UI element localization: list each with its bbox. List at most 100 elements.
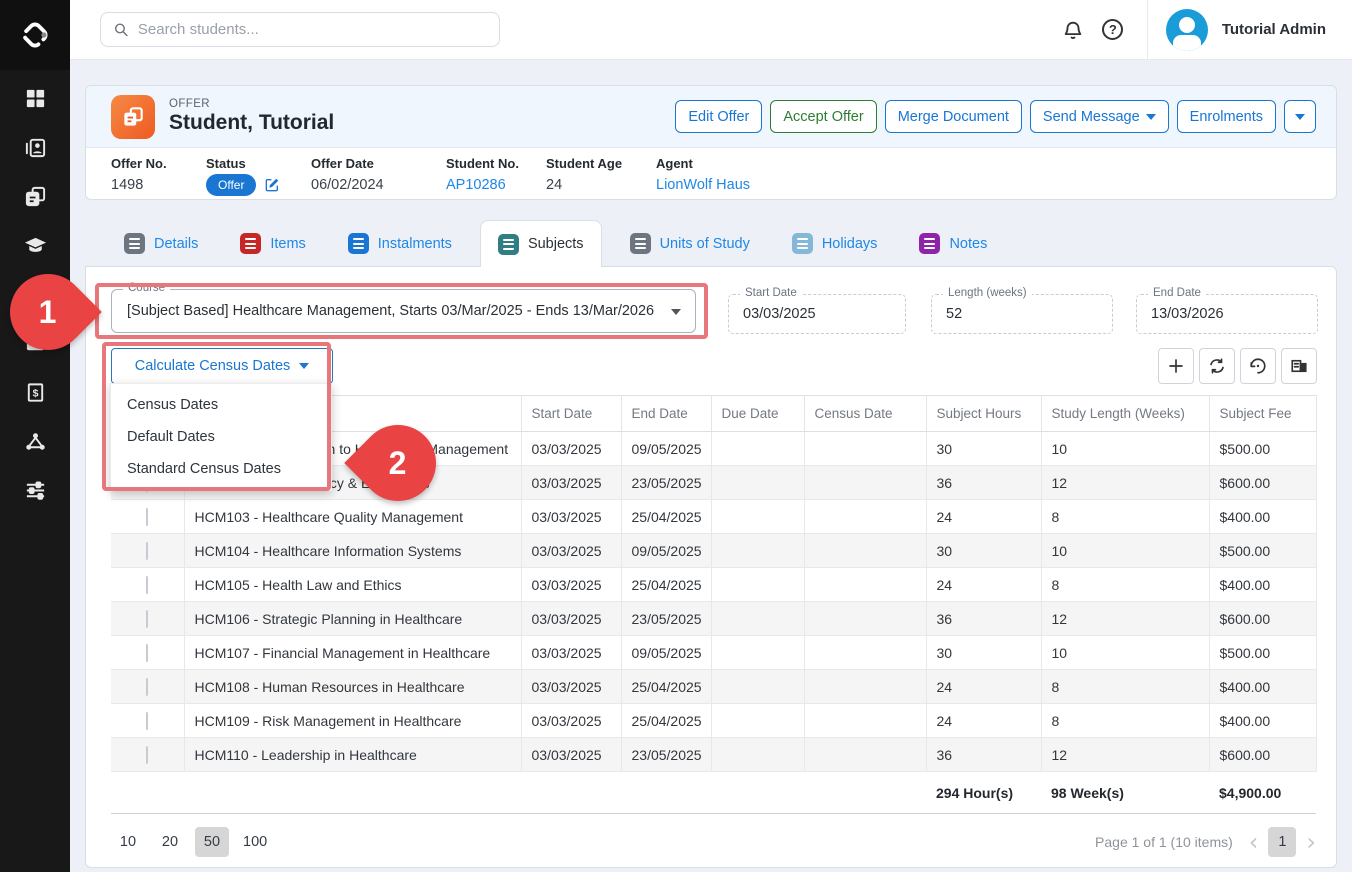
sidebar-item-invoices[interactable]: $: [0, 370, 70, 419]
page-size-20[interactable]: 20: [153, 827, 187, 857]
tab-items[interactable]: Items: [226, 220, 319, 267]
add-row-button[interactable]: [1158, 348, 1194, 384]
tab-units-of-study[interactable]: Units of Study: [616, 220, 764, 267]
cell-end-date: 09/05/2025: [621, 534, 711, 568]
search-input[interactable]: [138, 21, 487, 38]
row-checkbox[interactable]: [146, 644, 148, 662]
row-checkbox[interactable]: [146, 508, 148, 526]
sidebar-item-offers[interactable]: [0, 174, 70, 223]
cell-subject-hours: 24: [926, 704, 1041, 738]
items-icon: [240, 233, 261, 254]
cell-subject-hours: 36: [926, 738, 1041, 772]
edit-offer-button[interactable]: Edit Offer: [675, 100, 762, 133]
row-checkbox[interactable]: [146, 678, 148, 696]
table-row[interactable]: HCM108 - Human Resources in Healthcare 0…: [111, 670, 1316, 704]
length-weeks-value: 52: [946, 306, 962, 322]
sidebar-item-courses[interactable]: [0, 223, 70, 272]
table-row[interactable]: HCM107 - Financial Management in Healthc…: [111, 636, 1316, 670]
cell-start-date: 03/03/2025: [521, 636, 621, 670]
row-checkbox[interactable]: [146, 610, 148, 628]
totals-row: 294 Hour(s) 98 Week(s) $4,900.00: [111, 772, 1316, 814]
sidebar-item-agents[interactable]: [0, 419, 70, 468]
app-logo-icon[interactable]: [0, 0, 70, 70]
cell-end-date: 09/05/2025: [621, 636, 711, 670]
cell-subject-hours: 36: [926, 602, 1041, 636]
cell-end-date: 25/04/2025: [621, 670, 711, 704]
col-due-date[interactable]: Due Date: [711, 396, 804, 432]
next-page-icon[interactable]: ›: [1306, 830, 1316, 854]
col-study-length[interactable]: Study Length (Weeks): [1041, 396, 1209, 432]
table-row[interactable]: HCM106 - Strategic Planning in Healthcar…: [111, 602, 1316, 636]
col-subject-hours[interactable]: Subject Hours: [926, 396, 1041, 432]
student-no-label: Student No.: [446, 156, 546, 171]
cell-due-date: [711, 500, 804, 534]
table-row[interactable]: HCM104 - Healthcare Information Systems …: [111, 534, 1316, 568]
tab-instalments[interactable]: Instalments: [334, 220, 466, 267]
cell-start-date: 03/03/2025: [521, 500, 621, 534]
total-weeks: 98 Week(s): [1041, 772, 1209, 814]
col-end-date[interactable]: End Date: [621, 396, 711, 432]
more-actions-button[interactable]: [1284, 100, 1316, 133]
notifications-button[interactable]: [1053, 10, 1093, 50]
row-checkbox[interactable]: [146, 712, 148, 730]
tab-details[interactable]: Details: [110, 220, 212, 267]
user-menu[interactable]: Tutorial Admin: [1166, 9, 1326, 51]
tab-subjects[interactable]: Subjects: [480, 220, 602, 267]
sidebar-item-settings[interactable]: [0, 468, 70, 517]
col-start-date[interactable]: Start Date: [521, 396, 621, 432]
table-row[interactable]: HCM110 - Leadership in Healthcare 03/03/…: [111, 738, 1316, 772]
col-census-date[interactable]: Census Date: [804, 396, 926, 432]
menu-item-standard-census-dates[interactable]: Standard Census Dates: [111, 453, 331, 485]
page-size-50[interactable]: 50: [195, 827, 229, 857]
calculate-census-dates-button[interactable]: Calculate Census Dates: [111, 348, 333, 384]
menu-item-default-dates[interactable]: Default Dates: [111, 421, 331, 453]
sidebar-item-dashboard[interactable]: [0, 76, 70, 125]
cell-end-date: 23/05/2025: [621, 738, 711, 772]
prev-page-icon[interactable]: ‹: [1249, 830, 1259, 854]
course-select[interactable]: Course [Subject Based] Healthcare Manage…: [111, 289, 696, 333]
courses-icon: [24, 234, 47, 262]
edit-status-icon[interactable]: [264, 177, 280, 193]
row-checkbox[interactable]: [146, 542, 148, 560]
column-chooser-button[interactable]: [1281, 348, 1317, 384]
page-size-10[interactable]: 10: [111, 827, 145, 857]
dashboard-icon: [24, 87, 47, 115]
census-dates-menu: Census Dates Default Dates Standard Cens…: [110, 383, 332, 491]
revert-button[interactable]: [1240, 348, 1276, 384]
agent-label: Agent: [656, 156, 750, 171]
chevron-down-icon: [671, 309, 681, 315]
col-subject-fee[interactable]: Subject Fee: [1209, 396, 1316, 432]
cell-study-length: 10: [1041, 432, 1209, 466]
cell-study-length: 10: [1041, 636, 1209, 670]
agent-link[interactable]: LionWolf Haus: [656, 177, 750, 193]
tab-notes[interactable]: Notes: [905, 220, 1001, 267]
offer-no-label: Offer No.: [111, 156, 206, 171]
row-checkbox[interactable]: [146, 746, 148, 764]
page-number[interactable]: 1: [1268, 827, 1296, 857]
total-fee: $4,900.00: [1209, 772, 1316, 814]
merge-document-button[interactable]: Merge Document: [885, 100, 1022, 133]
cell-start-date: 03/03/2025: [521, 738, 621, 772]
table-row[interactable]: HCM105 - Health Law and Ethics 03/03/202…: [111, 568, 1316, 602]
student-no-link[interactable]: AP10286: [446, 177, 546, 193]
table-row[interactable]: HCM103 - Healthcare Quality Management 0…: [111, 500, 1316, 534]
send-message-button[interactable]: Send Message: [1030, 100, 1169, 133]
course-value: [Subject Based] Healthcare Management, S…: [127, 303, 654, 319]
help-button[interactable]: ?: [1093, 10, 1133, 50]
cell-subject-fee: $400.00: [1209, 704, 1316, 738]
menu-item-census-dates[interactable]: Census Dates: [111, 389, 331, 421]
enrolments-button[interactable]: Enrolments: [1177, 100, 1276, 133]
cell-subject: HCM110 - Leadership in Healthcare: [184, 738, 521, 772]
accept-offer-button[interactable]: Accept Offer: [770, 100, 876, 133]
length-weeks-label: Length (weeks): [943, 287, 1032, 299]
row-checkbox[interactable]: [146, 576, 148, 594]
tab-holidays[interactable]: Holidays: [778, 220, 892, 267]
settings-icon: [24, 479, 47, 507]
cell-subject: HCM107 - Financial Management in Healthc…: [184, 636, 521, 670]
refresh-button[interactable]: [1199, 348, 1235, 384]
sidebar-item-students[interactable]: [0, 125, 70, 174]
cell-due-date: [711, 466, 804, 500]
table-row[interactable]: HCM109 - Risk Management in Healthcare 0…: [111, 704, 1316, 738]
page-size-100[interactable]: 100: [237, 827, 273, 857]
cell-subject: HCM106 - Strategic Planning in Healthcar…: [184, 602, 521, 636]
